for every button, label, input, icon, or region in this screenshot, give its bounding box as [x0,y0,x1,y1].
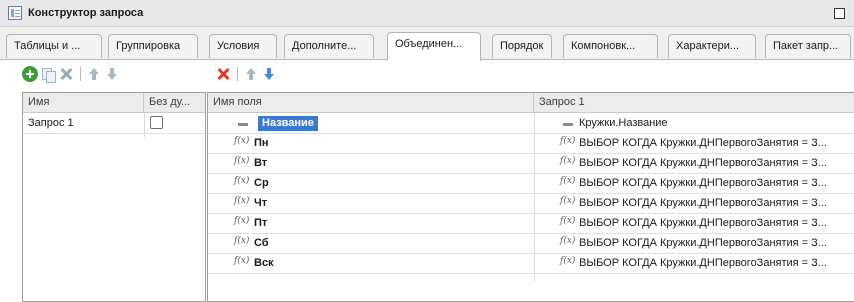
table-row[interactable]: Запрос 1 [23,114,205,134]
field-expression: Кружки.Название [579,117,668,129]
table-row[interactable]: f(x) Ср f(x) ВЫБОР КОГДА Кружки.ДНПервог… [208,174,854,194]
tab-order[interactable]: Порядок [492,34,552,58]
add-icon[interactable] [22,66,38,82]
field-name: Вск [254,257,274,269]
tab-conditions[interactable]: Условия [209,34,277,58]
move-up-icon[interactable] [243,66,259,82]
table-row[interactable]: f(x) Пт f(x) ВЫБОР КОГДА Кружки.ДНПервог… [208,214,854,234]
move-up-icon[interactable] [86,66,102,82]
query-builder-icon [8,6,22,20]
field-name: Чт [254,197,268,209]
expression-icon: f(x) [234,236,250,246]
table-row[interactable]: f(x) Сб f(x) ВЫБОР КОГДА Кружки.ДНПервог… [208,234,854,254]
table-row[interactable]: Название Кружки.Название [208,114,854,134]
tab-characteristics[interactable]: Характери... [668,34,756,58]
field-icon [238,123,248,126]
field-expression: ВЫБОР КОГДА Кружки.ДНПервогоЗанятия = З.… [579,197,827,209]
tab-composition[interactable]: Компоновк... [563,34,658,58]
delete-icon[interactable] [58,66,74,82]
window-title: Конструктор запроса [28,7,144,19]
expression-icon: f(x) [560,236,576,246]
queries-grid-header: Имя Без ду... [23,93,205,113]
tab-additional[interactable]: Дополните... [284,34,374,58]
table-row[interactable]: f(x) Чт f(x) ВЫБОР КОГДА Кружки.ДНПервог… [208,194,854,214]
query-name: Запрос 1 [28,117,74,129]
tab-grouping[interactable]: Группировка [108,34,198,58]
move-down-icon[interactable] [104,66,120,82]
field-expression: ВЫБОР КОГДА Кружки.ДНПервогоЗанятия = З.… [579,137,827,149]
copy-icon[interactable] [40,66,56,83]
maximize-icon[interactable] [834,8,845,19]
table-row[interactable]: f(x) Вск f(x) ВЫБОР КОГДА Кружки.ДНПерво… [208,254,854,274]
table-row[interactable]: f(x) Вт f(x) ВЫБОР КОГДА Кружки.ДНПервог… [208,154,854,174]
queries-grid: Имя Без ду... Запрос 1 [22,92,206,302]
fields-grid-header: Имя поля Запрос 1 [208,93,854,113]
field-expression: ВЫБОР КОГДА Кружки.ДНПервогоЗанятия = З.… [579,157,827,169]
table-row[interactable]: f(x) Пн f(x) ВЫБОР КОГДА Кружки.ДНПервог… [208,134,854,154]
delete-icon[interactable] [215,66,231,82]
expression-icon: f(x) [560,136,576,146]
tab-query-batch[interactable]: Пакет запр... [765,34,851,58]
fields-grid: Имя поля Запрос 1 Название Кружки.Назван… [207,92,854,302]
no-duplicates-checkbox[interactable] [150,116,163,129]
expression-icon: f(x) [560,156,576,166]
expression-icon: f(x) [560,176,576,186]
field-name: Ср [254,177,269,189]
field-expression: ВЫБОР КОГДА Кружки.ДНПервогоЗанятия = З.… [579,237,827,249]
move-down-icon[interactable] [261,66,277,82]
column-header-query-1[interactable]: Запрос 1 [534,93,854,113]
tab-union[interactable]: Объединен... [387,32,481,61]
expression-icon: f(x) [234,196,250,206]
column-header-field-name[interactable]: Имя поля [208,93,534,113]
window-titlebar: Конструктор запроса [0,0,854,27]
expression-icon: f(x) [234,216,250,226]
toolbar-separator [237,67,238,81]
field-name: Сб [254,237,269,249]
field-name: Название [258,116,318,131]
field-icon [563,123,573,126]
toolbar-separator [80,67,81,81]
field-expression: ВЫБОР КОГДА Кружки.ДНПервогоЗанятия = З.… [579,177,827,189]
expression-icon: f(x) [560,256,576,266]
tab-strip: Таблицы и ... Группировка Условия Дополн… [0,27,854,61]
field-expression: ВЫБОР КОГДА Кружки.ДНПервогоЗанятия = З.… [579,217,827,229]
field-name: Пт [254,217,268,229]
tab-tables[interactable]: Таблицы и ... [6,34,102,58]
column-header-no-duplicates[interactable]: Без ду... [144,93,205,113]
expression-icon: f(x) [234,176,250,186]
field-name: Пн [254,137,269,149]
expression-icon: f(x) [234,256,250,266]
expression-icon: f(x) [234,156,250,166]
column-header-name[interactable]: Имя [23,93,144,113]
expression-icon: f(x) [560,216,576,226]
expression-icon: f(x) [560,196,576,206]
field-expression: ВЫБОР КОГДА Кружки.ДНПервогоЗанятия = З.… [579,257,827,269]
field-name: Вт [254,157,268,169]
expression-icon: f(x) [234,136,250,146]
